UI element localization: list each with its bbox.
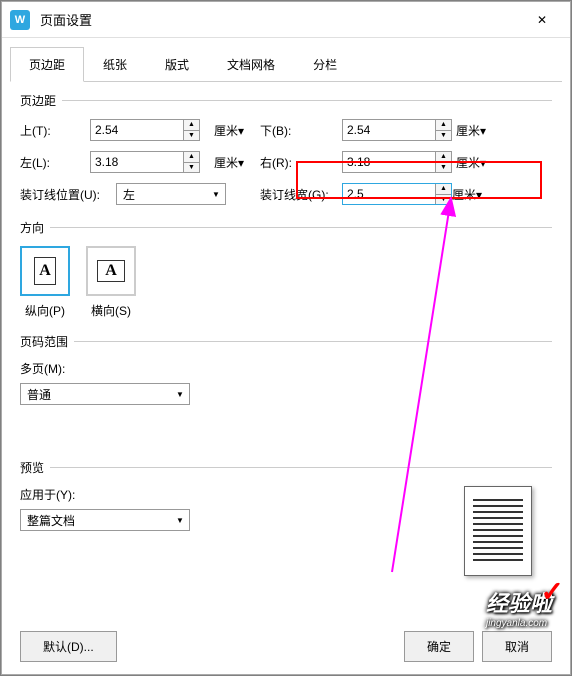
left-up[interactable]: ▲ — [184, 152, 199, 163]
portrait-icon: A — [34, 257, 56, 285]
tab-paper[interactable]: 纸张 — [84, 47, 146, 82]
gutter-down[interactable]: ▼ — [436, 195, 451, 205]
margins-label: 页边距 — [20, 92, 56, 109]
landscape-icon: A — [97, 260, 125, 282]
right-spinner[interactable]: ▲▼ — [342, 151, 452, 173]
landscape-label: 横向(S) — [91, 304, 131, 318]
fieldset-preview: 预览 应用于(Y): 整篇文档 ▼ — [20, 459, 552, 576]
gutter-width-unit[interactable]: 厘米▾ — [452, 186, 492, 203]
tab-grid[interactable]: 文档网格 — [208, 47, 294, 82]
left-input[interactable] — [91, 152, 183, 172]
right-input[interactable] — [343, 152, 435, 172]
orientation-landscape[interactable]: A 横向(S) — [86, 246, 136, 319]
right-up[interactable]: ▲ — [436, 152, 451, 163]
gutter-width-label: 装订线宽(G): — [260, 186, 342, 203]
chevron-down-icon: ▼ — [171, 516, 189, 525]
orientation-label: 方向 — [20, 219, 44, 236]
ok-button[interactable]: 确定 — [404, 631, 474, 662]
gutter-pos-select[interactable]: 左 ▼ — [116, 183, 226, 205]
fieldset-orientation: 方向 A 纵向(P) A 横向(S) — [20, 219, 552, 319]
page-setup-dialog: W 页面设置 ✕ 页边距 纸张 版式 文档网格 分栏 页边距 上(T): — [1, 1, 571, 675]
left-label: 左(L): — [20, 154, 90, 171]
gutter-width-input[interactable] — [343, 184, 435, 204]
bottom-unit[interactable]: 厘米▾ — [452, 122, 492, 139]
top-down[interactable]: ▼ — [184, 131, 199, 141]
top-unit[interactable]: 厘米▾ — [210, 122, 260, 139]
bottom-input[interactable] — [343, 120, 435, 140]
orientation-portrait[interactable]: A 纵向(P) — [20, 246, 70, 319]
gutter-up[interactable]: ▲ — [436, 184, 451, 195]
close-icon: ✕ — [537, 13, 547, 27]
right-label: 右(R): — [260, 154, 342, 171]
multipage-label: 多页(M): — [20, 360, 552, 377]
chevron-down-icon: ▼ — [207, 190, 225, 199]
bottom-spinner[interactable]: ▲▼ — [342, 119, 452, 141]
apply-value: 整篇文档 — [21, 512, 171, 529]
top-input[interactable] — [91, 120, 183, 140]
bottom-up[interactable]: ▲ — [436, 120, 451, 131]
bottom-down[interactable]: ▼ — [436, 131, 451, 141]
chevron-down-icon: ▼ — [171, 390, 189, 399]
preview-thumbnail — [464, 486, 532, 576]
cancel-button[interactable]: 取消 — [482, 631, 552, 662]
top-spinner[interactable]: ▲▼ — [90, 119, 200, 141]
portrait-label: 纵向(P) — [25, 304, 65, 318]
right-down[interactable]: ▼ — [436, 163, 451, 173]
bottom-label: 下(B): — [260, 122, 342, 139]
apply-label: 应用于(Y): — [20, 486, 220, 503]
defaults-button[interactable]: 默认(D)... — [20, 631, 117, 662]
left-spinner[interactable]: ▲▼ — [90, 151, 200, 173]
left-unit[interactable]: 厘米▾ — [210, 154, 260, 171]
footer: 默认(D)... 确定 取消 — [2, 619, 570, 674]
app-icon: W — [10, 10, 30, 30]
apply-select[interactable]: 整篇文档 ▼ — [20, 509, 190, 531]
tab-layout[interactable]: 版式 — [146, 47, 208, 82]
multipage-value: 普通 — [21, 386, 171, 403]
fieldset-page-range: 页码范围 多页(M): 普通 ▼ — [20, 333, 552, 405]
top-up[interactable]: ▲ — [184, 120, 199, 131]
watermark-check-icon: ✓ — [541, 575, 564, 608]
window-title: 页面设置 — [40, 10, 92, 29]
fieldset-margins: 页边距 上(T): ▲▼ 厘米▾ 下(B): ▲▼ 厘米▾ — [20, 92, 552, 205]
multipage-select[interactable]: 普通 ▼ — [20, 383, 190, 405]
tab-margins[interactable]: 页边距 — [10, 47, 84, 82]
tabs: 页边距 纸张 版式 文档网格 分栏 — [10, 46, 562, 82]
gutter-pos-label: 装订线位置(U): — [20, 186, 116, 203]
left-down[interactable]: ▼ — [184, 163, 199, 173]
tab-columns[interactable]: 分栏 — [294, 47, 356, 82]
page-range-label: 页码范围 — [20, 333, 68, 350]
close-button[interactable]: ✕ — [522, 2, 562, 38]
gutter-pos-value: 左 — [117, 186, 207, 203]
content: 页边距 上(T): ▲▼ 厘米▾ 下(B): ▲▼ 厘米▾ — [2, 82, 570, 600]
top-label: 上(T): — [20, 122, 90, 139]
gutter-width-spinner[interactable]: ▲▼ — [342, 183, 452, 205]
right-unit[interactable]: 厘米▾ — [452, 154, 492, 171]
preview-label: 预览 — [20, 459, 44, 476]
titlebar: W 页面设置 ✕ — [2, 2, 570, 38]
